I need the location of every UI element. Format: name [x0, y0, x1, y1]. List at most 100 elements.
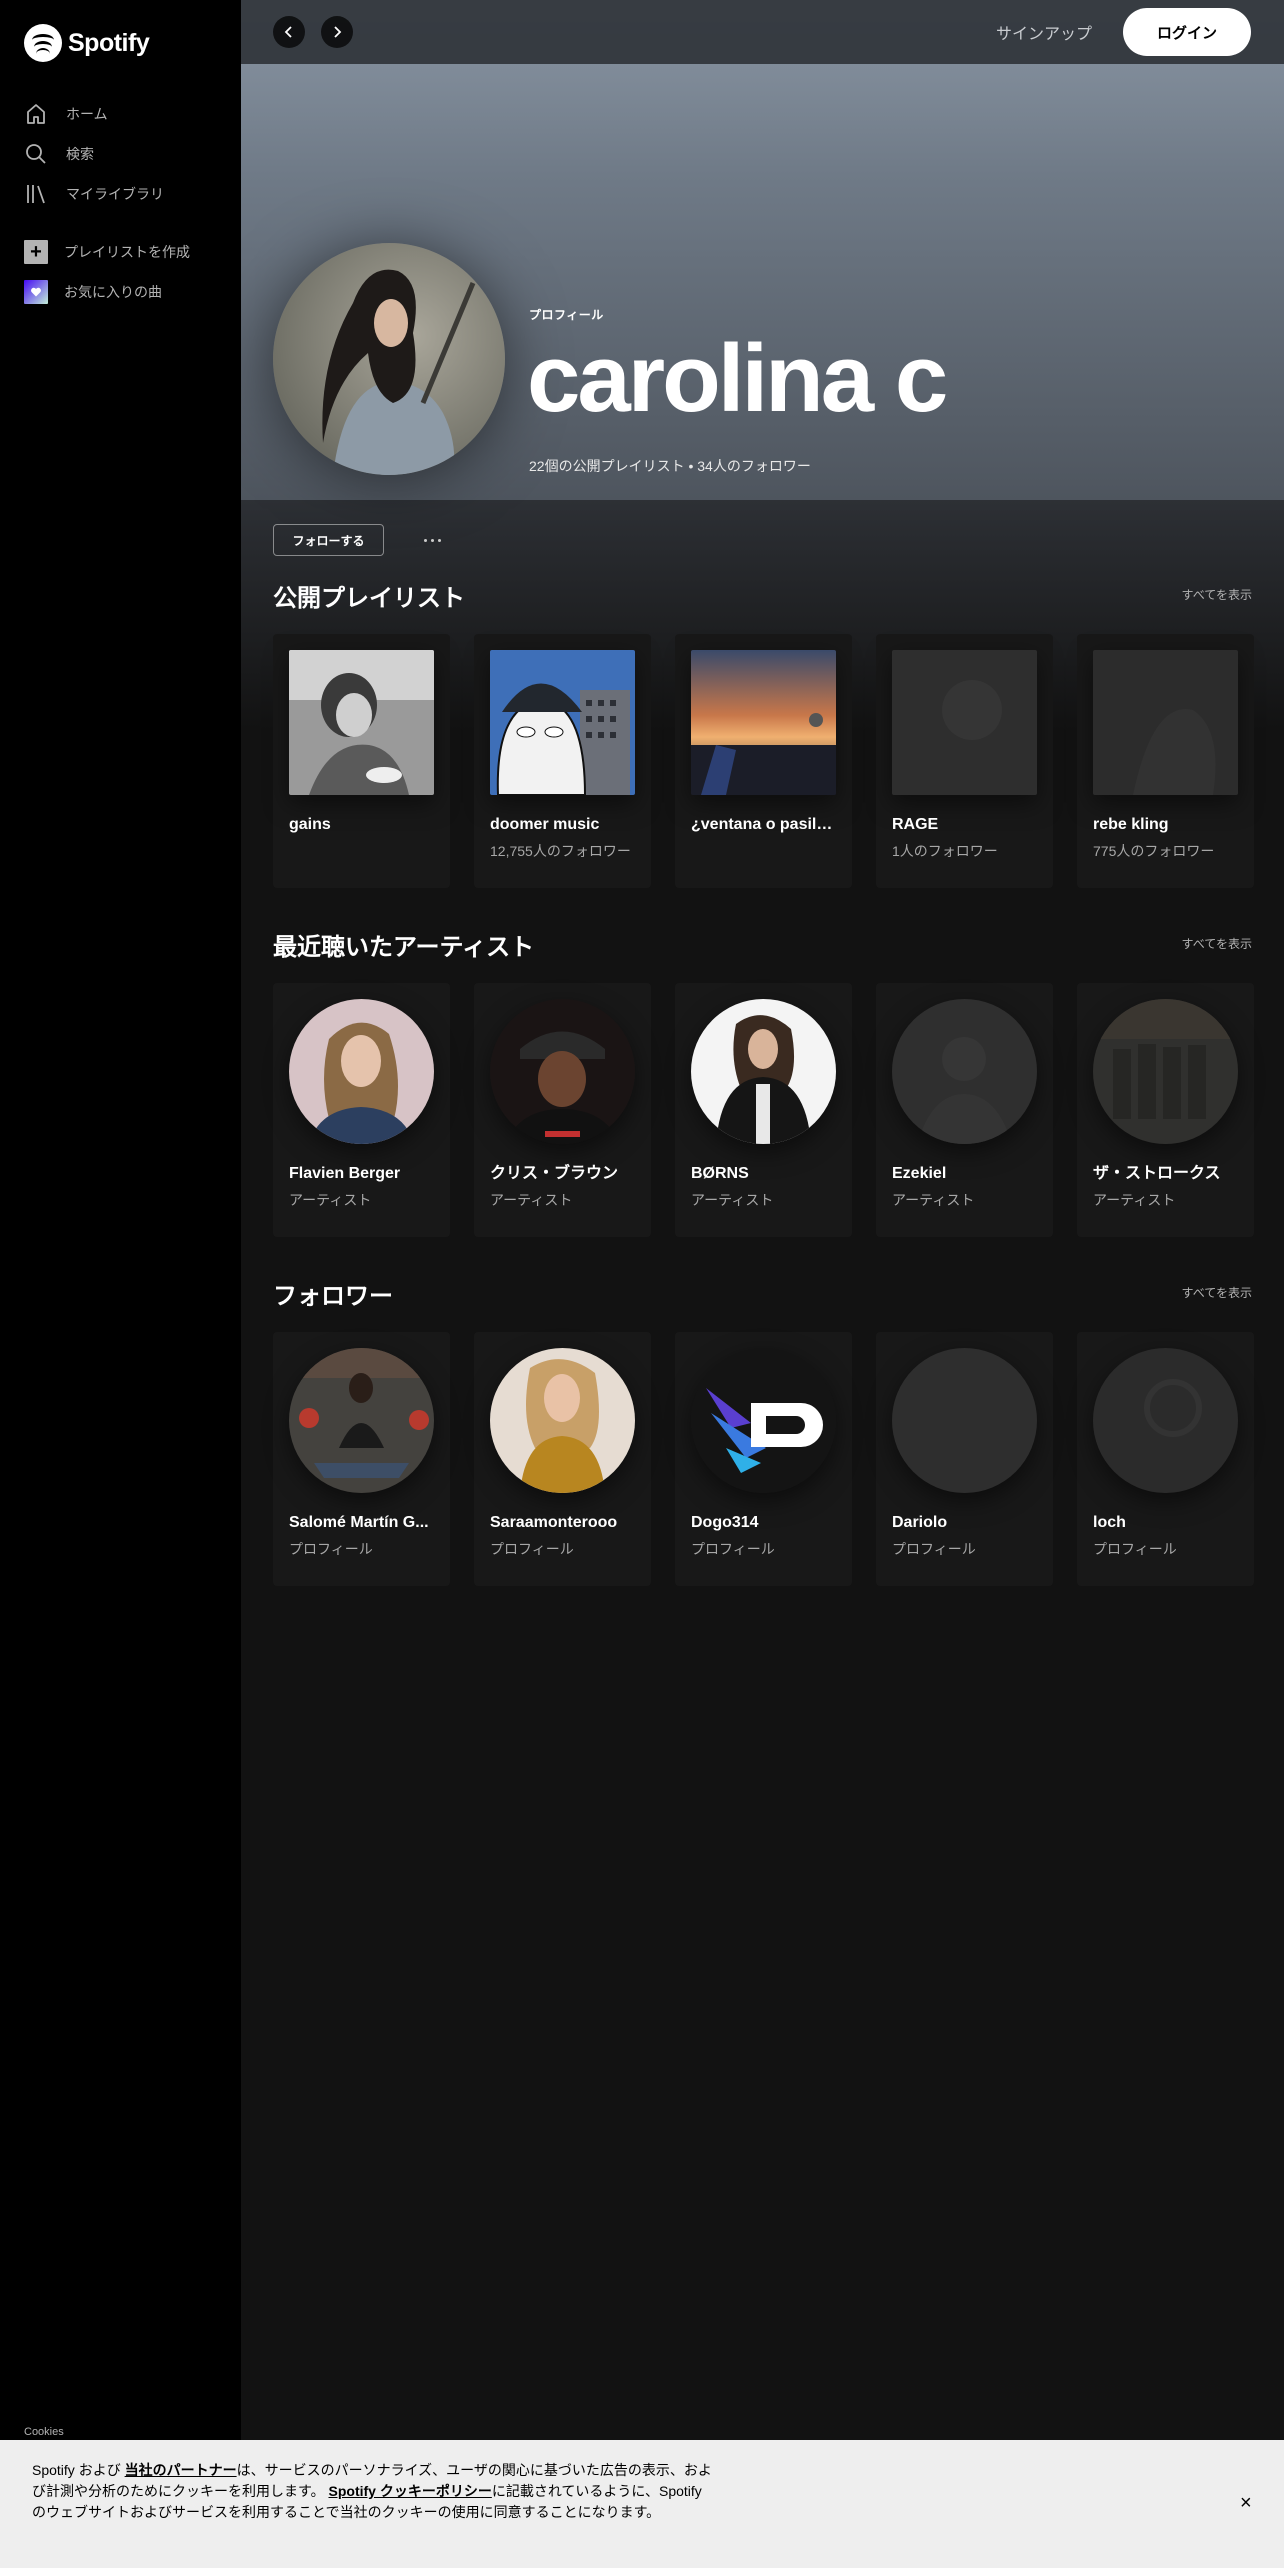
follower-row: Salomé Martín G... プロフィール Saraamonterooo… [273, 1332, 1254, 1586]
section-title-playlists: 公開プレイリスト [273, 585, 465, 612]
sidebar-item-label: 検索 [66, 146, 94, 162]
follower-image [892, 1348, 1037, 1493]
artist-card[interactable]: Flavien Berger アーティスト [273, 983, 450, 1237]
see-all-artists-link[interactable]: すべてを表示 [1182, 935, 1252, 952]
follower-card[interactable]: Dogo314 プロフィール [675, 1332, 852, 1586]
follower-subtitle: プロフィール [892, 1541, 976, 1557]
see-all-followers-link[interactable]: すべてを表示 [1182, 1284, 1252, 1301]
cookie-policy-link[interactable]: Spotify クッキーポリシー [329, 2483, 492, 2499]
sidebar-actions: + プレイリストを作成 お気に入りの曲 [24, 232, 190, 312]
playlist-row: gains doomer music 12,755人のフォロワー ¿ventan… [273, 634, 1254, 888]
artist-image [490, 999, 635, 1144]
sidebar-item-label: ホーム [66, 106, 108, 122]
artist-subtitle: アーティスト [691, 1192, 774, 1208]
cookies-link[interactable]: Cookies [24, 2426, 64, 2438]
main-content: サインアップ ログイン プロフィール carolina c 22個の公開プレイリ… [241, 0, 1284, 2568]
signup-link[interactable]: サインアップ [996, 20, 1092, 44]
playlist-card[interactable]: gains [273, 634, 450, 888]
playlist-title: ¿ventana o pasillo? [691, 816, 836, 833]
sidebar-item-search[interactable]: 検索 [24, 134, 164, 174]
follower-image [490, 1348, 635, 1493]
artist-image [289, 999, 434, 1144]
playlist-cover [289, 650, 434, 795]
section-title-artists: 最近聴いたアーティスト [273, 934, 535, 961]
artist-name: クリス・ブラウン [490, 1165, 619, 1182]
section-title-followers: フォロワー [273, 1283, 393, 1310]
artist-image [691, 999, 836, 1144]
artist-card[interactable]: BØRNS アーティスト [675, 983, 852, 1237]
artist-row: Flavien Berger アーティスト クリス・ブラウン アーティスト BØ… [273, 983, 1254, 1237]
profile-avatar [273, 243, 505, 475]
playlist-card[interactable]: rebe kling 775人のフォロワー [1077, 634, 1254, 888]
playlist-card[interactable]: doomer music 12,755人のフォロワー [474, 634, 651, 888]
home-icon [27, 104, 45, 124]
playlist-cover [490, 650, 635, 795]
follower-name: Salomé Martín G... [289, 1514, 429, 1531]
playlist-title: rebe kling [1093, 816, 1169, 833]
playlist-card[interactable]: ¿ventana o pasillo? [675, 634, 852, 888]
spotify-logo-text: Spotify [68, 28, 150, 57]
spotify-logo-icon [24, 24, 62, 62]
cookie-banner: Spotify および 当社のパートナーは、サービスのパーソナライズ、ユーザの関… [0, 2440, 1284, 2568]
spotify-logo[interactable]: Spotify [24, 24, 150, 62]
create-playlist-button[interactable]: + プレイリストを作成 [24, 232, 190, 272]
artist-card[interactable]: ザ・ストロークス アーティスト [1077, 983, 1254, 1237]
sidebar-item-library[interactable]: マイライブラリ [24, 174, 164, 214]
artist-subtitle: アーティスト [490, 1192, 573, 1208]
create-playlist-label: プレイリストを作成 [64, 244, 190, 260]
forward-button[interactable] [321, 16, 353, 48]
more-options-button[interactable] [415, 524, 449, 556]
liked-songs-label: お気に入りの曲 [64, 284, 162, 300]
sidebar-item-label: マイライブラリ [66, 186, 164, 202]
cookie-text-part: Spotify および [32, 2462, 125, 2478]
playlist-title: RAGE [892, 816, 939, 833]
playlist-subtitle: 775人のフォロワー [1093, 843, 1215, 859]
artist-name: ザ・ストロークス [1093, 1165, 1221, 1182]
follower-name: loch [1093, 1514, 1126, 1531]
profile-stats: 22個の公開プレイリスト • 34人のフォロワー [529, 458, 811, 474]
artist-name: Flavien Berger [289, 1165, 401, 1182]
chevron-left-icon [284, 26, 292, 38]
follower-subtitle: プロフィール [1093, 1541, 1177, 1557]
artist-card[interactable]: Ezekiel アーティスト [876, 983, 1053, 1237]
follower-name: Dogo314 [691, 1514, 759, 1531]
sidebar-nav: ホーム 検索 マイライブラリ [24, 94, 164, 214]
follower-card[interactable]: Saraamonterooo プロフィール [474, 1332, 651, 1586]
artist-subtitle: アーティスト [1093, 1192, 1176, 1208]
back-button[interactable] [273, 16, 305, 48]
liked-songs-button[interactable]: お気に入りの曲 [24, 272, 190, 312]
follower-subtitle: プロフィール [289, 1541, 373, 1557]
login-button[interactable]: ログイン [1123, 8, 1251, 56]
follower-card[interactable]: Salomé Martín G... プロフィール [273, 1332, 450, 1586]
playlist-cover [892, 650, 1037, 795]
chevron-right-icon [334, 26, 342, 38]
profile-name: carolina c [527, 325, 948, 432]
follower-card[interactable]: Dariolo プロフィール [876, 1332, 1053, 1586]
artist-name: Ezekiel [892, 1165, 947, 1182]
artist-card[interactable]: クリス・ブラウン アーティスト [474, 983, 651, 1237]
artist-name: BØRNS [691, 1165, 749, 1182]
follow-button[interactable]: フォローする [273, 524, 384, 556]
playlist-subtitle: 1人のフォロワー [892, 843, 998, 859]
playlist-title: gains [289, 816, 331, 833]
see-all-playlists-link[interactable]: すべてを表示 [1182, 586, 1252, 603]
follower-image [289, 1348, 434, 1493]
follower-image [691, 1348, 836, 1493]
follower-subtitle: プロフィール [490, 1541, 574, 1557]
partners-link[interactable]: 当社のパートナー [125, 2462, 237, 2478]
top-bar: サインアップ ログイン [241, 0, 1284, 64]
playlist-subtitle: 12,755人のフォロワー [490, 843, 631, 859]
follower-subtitle: プロフィール [691, 1541, 775, 1557]
sidebar: Spotify ホーム 検索 マイライブラリ + プレイリストを作成 お気に入り… [0, 0, 241, 2568]
cookie-banner-text: Spotify および 当社のパートナーは、サービスのパーソナライズ、ユーザの関… [32, 2460, 712, 2523]
more-dot-icon [423, 538, 427, 542]
follower-card[interactable]: loch プロフィール [1077, 1332, 1254, 1586]
artist-image [1093, 999, 1238, 1144]
playlist-card[interactable]: RAGE 1人のフォロワー [876, 634, 1053, 888]
more-dot-icon [437, 538, 441, 542]
close-icon[interactable]: × [1240, 2492, 1252, 2515]
sidebar-item-home[interactable]: ホーム [24, 94, 164, 134]
follower-name: Saraamonterooo [490, 1514, 618, 1531]
playlist-cover [1093, 650, 1238, 795]
library-icon [27, 185, 45, 204]
